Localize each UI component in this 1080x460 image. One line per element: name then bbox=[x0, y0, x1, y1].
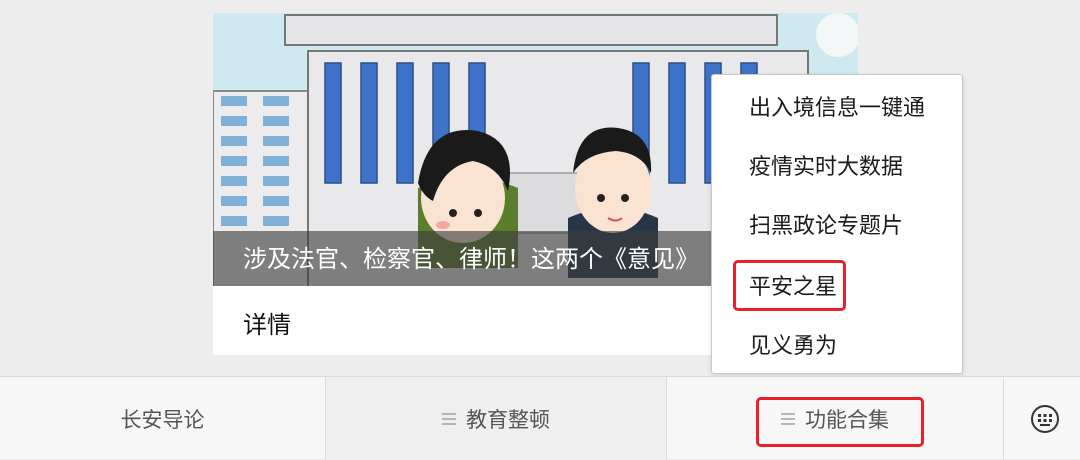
function-collection-highlight bbox=[756, 397, 924, 447]
menu-item-bravery[interactable]: 见义勇为 bbox=[749, 332, 837, 362]
details-link[interactable]: 详情 bbox=[243, 309, 291, 341]
article-caption: 涉及法官、检察官、律师！这两个《意见》 bbox=[243, 245, 699, 273]
menu-item-epidemic-data[interactable]: 疫情实时大数据 bbox=[749, 153, 903, 183]
tab-label: 教育整顿 bbox=[466, 407, 550, 432]
function-collection-menu: 出入境信息一键通 疫情实时大数据 扫黑政论专题片 平安之星 见义勇为 bbox=[711, 74, 963, 374]
tab-changan-guide[interactable]: 长安导论 bbox=[0, 377, 325, 460]
menu-lines-icon bbox=[442, 410, 456, 428]
safety-star-highlight bbox=[733, 260, 846, 311]
tab-label: 长安导论 bbox=[120, 407, 205, 432]
menu-item-entry-exit-info[interactable]: 出入境信息一键通 bbox=[749, 94, 925, 124]
keyboard-icon[interactable] bbox=[1030, 404, 1060, 434]
menu-item-anti-crime-film[interactable]: 扫黑政论专题片 bbox=[749, 212, 903, 242]
tab-divider bbox=[1003, 377, 1004, 460]
tab-education-rectification[interactable]: 教育整顿 bbox=[326, 377, 666, 460]
